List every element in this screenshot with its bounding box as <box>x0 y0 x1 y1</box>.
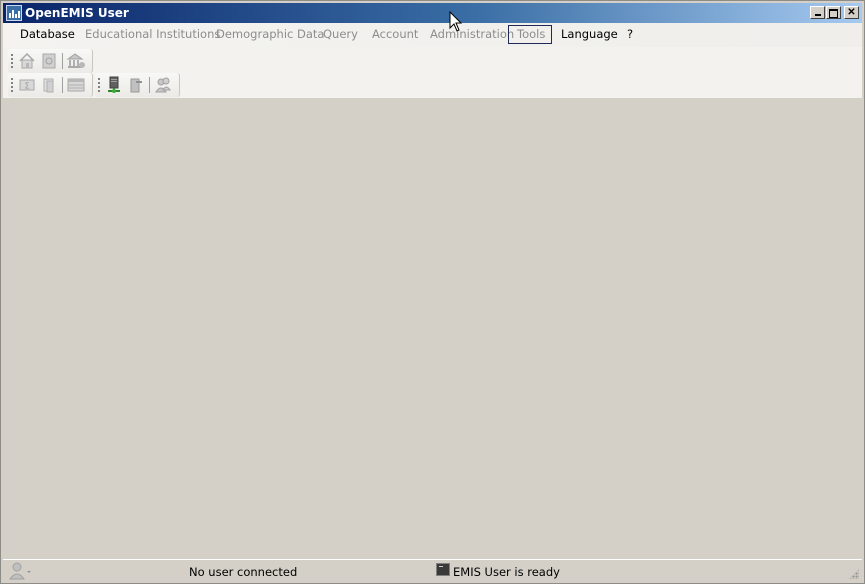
menu-bar: Database Educational Institutions Demogr… <box>3 23 862 47</box>
menu-help[interactable]: ? <box>619 25 641 44</box>
sigma-report-button[interactable]: Σ <box>17 76 37 94</box>
console-icon <box>436 563 450 576</box>
user-status-text: No user connected <box>189 565 298 579</box>
close-icon: ✕ <box>847 7 856 18</box>
app-window: OpenEMIS User ✕ Database Educational Ins… <box>0 0 865 584</box>
connect-button[interactable] <box>104 76 124 94</box>
address-book-icon <box>42 53 56 69</box>
user-icon <box>9 562 31 580</box>
documents-button[interactable] <box>39 76 59 94</box>
mouse-cursor-icon <box>449 11 463 32</box>
title-bar[interactable]: OpenEMIS User ✕ <box>3 3 862 23</box>
users-button[interactable] <box>153 76 173 94</box>
server-connect-icon <box>108 76 120 93</box>
app-status-text: EMIS User is ready <box>453 565 560 579</box>
menu-query[interactable]: Query <box>315 25 366 44</box>
toolbar-separator <box>149 77 150 93</box>
grid-button[interactable] <box>66 76 86 94</box>
status-bar: No user connected EMIS User is ready <box>3 559 862 582</box>
maximize-icon <box>829 9 838 18</box>
house-icon <box>19 52 35 69</box>
toolbar-separator <box>62 53 63 69</box>
users-icon <box>155 77 171 93</box>
close-button[interactable]: ✕ <box>844 6 859 19</box>
window-title: OpenEMIS User <box>25 6 129 20</box>
menu-tools[interactable]: Tools <box>508 25 552 44</box>
toolbar-navigation <box>8 49 93 73</box>
menu-educational-institutions[interactable]: Educational Institutions <box>77 25 228 44</box>
menu-demographic-data[interactable]: Demographic Data <box>208 25 332 44</box>
documents-icon <box>43 78 54 93</box>
toolbar-separator <box>62 77 63 93</box>
minimize-icon <box>814 14 821 16</box>
svg-text:Σ: Σ <box>24 82 29 91</box>
toolbar-grip[interactable] <box>11 78 13 92</box>
server-disconnect-icon <box>130 78 142 93</box>
institution-add-icon <box>66 53 85 68</box>
sigma-report-icon: Σ <box>19 79 35 91</box>
toolbar-connection <box>95 73 180 97</box>
resize-grip[interactable] <box>849 569 859 579</box>
minimize-button[interactable] <box>810 6 825 19</box>
user-menu-button[interactable] <box>9 562 37 580</box>
menu-account[interactable]: Account <box>364 25 426 44</box>
toolbar-grip[interactable] <box>98 78 100 92</box>
address-book-button[interactable] <box>39 52 59 70</box>
disconnect-button[interactable] <box>126 76 146 94</box>
menu-language[interactable]: Language <box>553 25 626 44</box>
institution-add-button[interactable] <box>66 52 86 70</box>
maximize-button[interactable] <box>826 6 841 19</box>
toolbar-reports: Σ <box>8 73 93 97</box>
menu-database[interactable]: Database <box>12 25 83 44</box>
toolbar-grip[interactable] <box>11 54 13 68</box>
main-workspace <box>3 98 862 558</box>
grid-icon <box>67 78 85 92</box>
toolbar-area: Σ <box>3 47 862 99</box>
app-logo-icon[interactable] <box>6 5 22 21</box>
home-button[interactable] <box>17 52 37 70</box>
